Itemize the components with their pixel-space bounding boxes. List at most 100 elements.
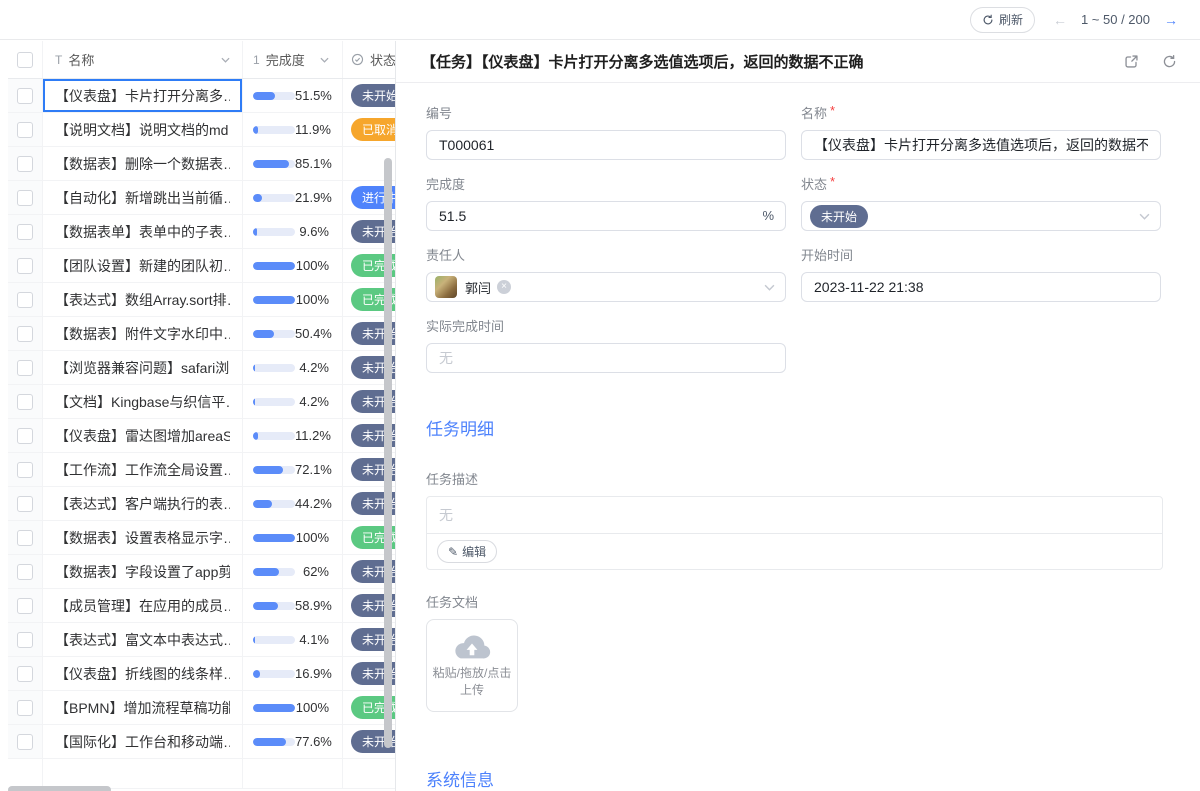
table-row[interactable]: 【工作流】工作流全局设置…72.1%未开始 xyxy=(8,453,395,487)
table-row[interactable]: 【文档】Kingbase与织信平…4.2%未开始 xyxy=(8,385,395,419)
task-name-cell[interactable]: 【工作流】工作流全局设置… xyxy=(43,453,243,486)
task-name-cell[interactable]: 【国际化】工作台和移动端… xyxy=(43,725,243,758)
row-checkbox-cell[interactable] xyxy=(8,725,43,758)
edit-description-button[interactable]: ✎ 编辑 xyxy=(437,540,497,563)
task-progress-cell[interactable]: 4.1% xyxy=(243,623,343,656)
table-row[interactable]: 【团队设置】新建的团队初…100%已完成 xyxy=(8,249,395,283)
row-checkbox-cell[interactable] xyxy=(8,691,43,724)
progress-input[interactable] xyxy=(426,201,786,231)
row-checkbox-cell[interactable] xyxy=(8,181,43,214)
task-name-cell[interactable]: 【仪表盘】卡片打开分离多… xyxy=(43,79,243,112)
table-row[interactable]: 【表达式】富文本中表达式…4.1%未开始 xyxy=(8,623,395,657)
task-name-cell[interactable]: 【仪表盘】雷达图增加areaS… xyxy=(43,419,243,452)
task-progress-cell[interactable]: 62% xyxy=(243,555,343,588)
task-name-cell[interactable]: 【数据表】字段设置了app剪… xyxy=(43,555,243,588)
row-checkbox[interactable] xyxy=(17,632,33,648)
row-checkbox[interactable] xyxy=(17,190,33,206)
row-checkbox[interactable] xyxy=(17,156,33,172)
table-row[interactable]: 【BPMN】增加流程草稿功能100%已完成 xyxy=(8,691,395,725)
task-name-cell[interactable]: 【数据表】删除一个数据表… xyxy=(43,147,243,180)
name-input[interactable] xyxy=(801,130,1161,160)
row-checkbox[interactable] xyxy=(17,496,33,512)
task-progress-cell[interactable]: 100% xyxy=(243,283,343,316)
vertical-scrollbar-thumb[interactable] xyxy=(384,158,392,748)
table-row[interactable]: 【成员管理】在应用的成员…58.9%未开始 xyxy=(8,589,395,623)
table-row[interactable]: 【仪表盘】雷达图增加areaS…11.2%未开始 xyxy=(8,419,395,453)
row-checkbox[interactable] xyxy=(17,258,33,274)
task-name-cell[interactable]: 【文档】Kingbase与织信平… xyxy=(43,385,243,418)
table-row[interactable]: 【表达式】客户端执行的表…44.2%未开始 xyxy=(8,487,395,521)
task-name-cell[interactable]: 【浏览器兼容问题】safari浏… xyxy=(43,351,243,384)
task-progress-cell[interactable]: 58.9% xyxy=(243,589,343,622)
prev-page-arrow-icon[interactable]: ← xyxy=(1053,13,1067,27)
row-checkbox-cell[interactable] xyxy=(8,147,43,180)
task-progress-cell[interactable]: 11.9% xyxy=(243,113,343,146)
sync-record-icon[interactable] xyxy=(1162,54,1178,70)
row-checkbox-cell[interactable] xyxy=(8,623,43,656)
task-progress-cell[interactable]: 51.5% xyxy=(243,79,343,112)
task-name-cell[interactable]: 【说明文档】说明文档的md… xyxy=(43,113,243,146)
actual-done-input[interactable] xyxy=(426,343,786,373)
column-header-status[interactable]: 状态 xyxy=(343,41,395,78)
task-name-cell[interactable]: 【数据表】设置表格显示字… xyxy=(43,521,243,554)
row-checkbox-cell[interactable] xyxy=(8,215,43,248)
task-progress-cell[interactable]: 77.6% xyxy=(243,725,343,758)
row-checkbox[interactable] xyxy=(17,666,33,682)
task-progress-cell[interactable]: 72.1% xyxy=(243,453,343,486)
row-checkbox[interactable] xyxy=(17,530,33,546)
select-all-cell[interactable] xyxy=(8,41,43,78)
row-checkbox[interactable] xyxy=(17,122,33,138)
task-name-cell[interactable]: 【自动化】新增跳出当前循… xyxy=(43,181,243,214)
row-checkbox[interactable] xyxy=(17,700,33,716)
status-select[interactable]: 未开始 xyxy=(801,201,1161,231)
row-checkbox[interactable] xyxy=(17,598,33,614)
row-checkbox-cell[interactable] xyxy=(8,113,43,146)
code-input[interactable] xyxy=(426,130,786,160)
column-header-progress[interactable]: 1 完成度 xyxy=(243,41,343,78)
start-time-input[interactable] xyxy=(801,272,1161,302)
row-checkbox[interactable] xyxy=(17,394,33,410)
task-progress-cell[interactable]: 100% xyxy=(243,691,343,724)
task-name-cell[interactable]: 【BPMN】增加流程草稿功能 xyxy=(43,691,243,724)
row-checkbox-cell[interactable] xyxy=(8,79,43,112)
task-progress-cell[interactable]: 16.9% xyxy=(243,657,343,690)
task-progress-cell[interactable]: 100% xyxy=(243,249,343,282)
task-name-cell[interactable]: 【表达式】数组Array.sort排… xyxy=(43,283,243,316)
task-progress-cell[interactable]: 4.2% xyxy=(243,385,343,418)
row-checkbox[interactable] xyxy=(17,564,33,580)
row-checkbox-cell[interactable] xyxy=(8,657,43,690)
row-checkbox[interactable] xyxy=(17,360,33,376)
task-name-cell[interactable]: 【表达式】客户端执行的表… xyxy=(43,487,243,520)
task-name-cell[interactable]: 【仪表盘】折线图的线条样… xyxy=(43,657,243,690)
task-progress-cell[interactable]: 11.2% xyxy=(243,419,343,452)
row-checkbox-cell[interactable] xyxy=(8,521,43,554)
table-row[interactable]: 【说明文档】说明文档的md…11.9%已取消 xyxy=(8,113,395,147)
column-header-name[interactable]: T 名称 xyxy=(43,41,243,78)
upload-dropzone[interactable]: 粘贴/拖放/点击 上传 xyxy=(426,619,518,712)
row-checkbox-cell[interactable] xyxy=(8,419,43,452)
remove-assignee-icon[interactable]: × xyxy=(497,280,511,294)
row-checkbox-cell[interactable] xyxy=(8,249,43,282)
table-row[interactable]: 【自动化】新增跳出当前循…21.9%进行中 xyxy=(8,181,395,215)
table-row[interactable]: 【数据表】设置表格显示字…100%已完成 xyxy=(8,521,395,555)
task-progress-cell[interactable]: 100% xyxy=(243,521,343,554)
task-progress-cell[interactable]: 21.9% xyxy=(243,181,343,214)
task-progress-cell[interactable]: 9.6% xyxy=(243,215,343,248)
row-checkbox-cell[interactable] xyxy=(8,317,43,350)
table-row[interactable]: 【数据表】删除一个数据表…85.1% xyxy=(8,147,395,181)
row-checkbox-cell[interactable] xyxy=(8,487,43,520)
task-name-cell[interactable]: 【成员管理】在应用的成员… xyxy=(43,589,243,622)
row-checkbox[interactable] xyxy=(17,462,33,478)
row-checkbox[interactable] xyxy=(17,734,33,750)
task-name-cell[interactable]: 【数据表】附件文字水印中… xyxy=(43,317,243,350)
table-row[interactable]: 【仪表盘】折线图的线条样…16.9%未开始 xyxy=(8,657,395,691)
table-row[interactable]: 【浏览器兼容问题】safari浏…4.2%未开始 xyxy=(8,351,395,385)
row-checkbox-cell[interactable] xyxy=(8,555,43,588)
row-checkbox[interactable] xyxy=(17,292,33,308)
task-name-cell[interactable]: 【团队设置】新建的团队初… xyxy=(43,249,243,282)
row-checkbox[interactable] xyxy=(17,224,33,240)
row-checkbox-cell[interactable] xyxy=(8,453,43,486)
row-checkbox[interactable] xyxy=(17,428,33,444)
row-checkbox-cell[interactable] xyxy=(8,351,43,384)
column-menu-chevron-icon[interactable] xyxy=(221,57,230,63)
